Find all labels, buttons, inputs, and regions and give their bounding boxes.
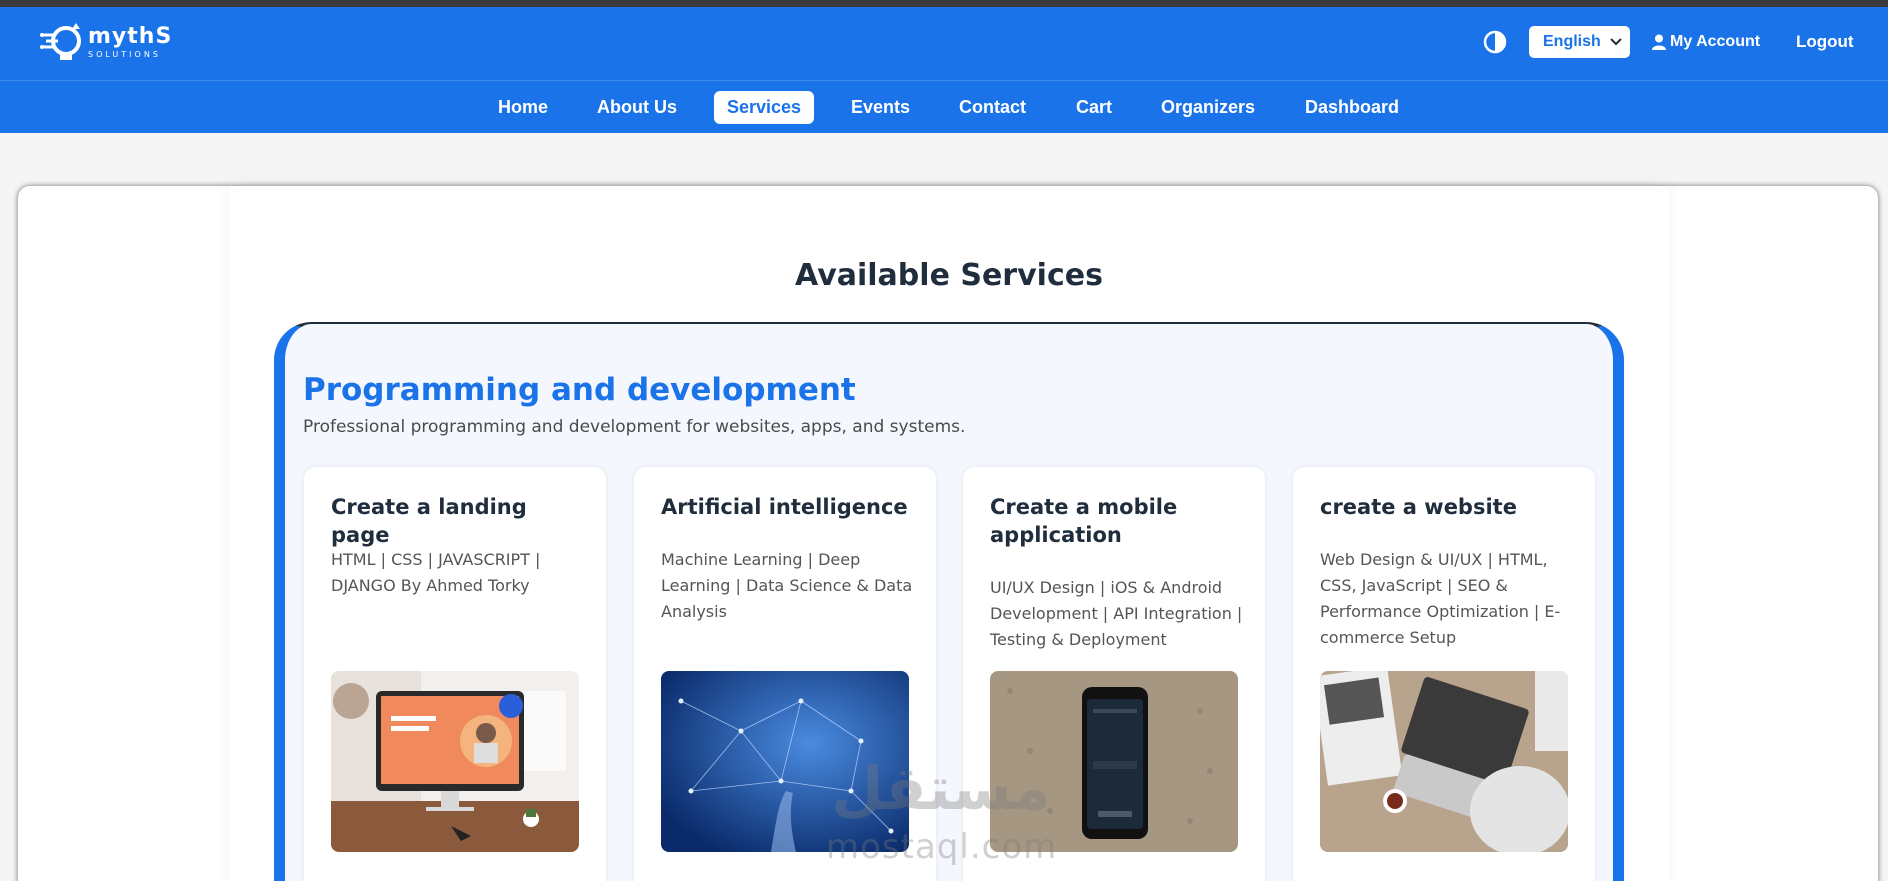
site-header: mythS SOLUTIONS English My Account Logou… bbox=[0, 7, 1888, 80]
category-title: Programming and development bbox=[303, 372, 856, 408]
category-description: Professional programming and development… bbox=[303, 417, 966, 437]
logo-subtitle: SOLUTIONS bbox=[88, 50, 161, 59]
my-account-link[interactable]: My Account bbox=[1652, 26, 1760, 58]
service-description: Web Design & UI/UX | HTML, CSS, JavaScri… bbox=[1320, 550, 1561, 647]
nav-home[interactable]: Home bbox=[498, 91, 548, 124]
main-nav: Home About Us Services Events Contact Ca… bbox=[0, 80, 1888, 133]
site-logo[interactable]: mythS SOLUTIONS bbox=[40, 21, 180, 67]
page-title: Available Services bbox=[795, 258, 1103, 293]
service-description: HTML | CSS | JAVASCRIPT | DJANGO By Ahme… bbox=[331, 550, 541, 595]
language-select[interactable]: English bbox=[1529, 26, 1630, 58]
service-title: Create a landing page bbox=[331, 495, 527, 547]
service-card-ai[interactable]: Artificial intelligence Machine Learning… bbox=[634, 467, 936, 881]
service-title: Create a mobile application bbox=[990, 495, 1178, 547]
chevron-down-icon bbox=[1610, 38, 1622, 46]
nav-contact[interactable]: Contact bbox=[959, 91, 1026, 124]
service-card-mobile-app[interactable]: Create a mobile application UI/UX Design… bbox=[963, 467, 1265, 881]
service-card-landing-page[interactable]: Create a landing page HTML | CSS | JAVAS… bbox=[304, 467, 606, 881]
my-account-label: My Account bbox=[1670, 33, 1761, 50]
nav-services[interactable]: Services bbox=[714, 91, 815, 124]
service-description: UI/UX Design | iOS & Android Development… bbox=[990, 578, 1243, 649]
nav-about-us[interactable]: About Us bbox=[597, 91, 677, 124]
service-card-website[interactable]: create a website Web Design & UI/UX | HT… bbox=[1293, 467, 1595, 881]
service-title: create a website bbox=[1320, 495, 1517, 519]
logo-bulb-icon bbox=[40, 23, 81, 60]
nav-events[interactable]: Events bbox=[851, 91, 910, 124]
user-icon bbox=[1652, 34, 1666, 50]
nav-dashboard[interactable]: Dashboard bbox=[1305, 91, 1399, 124]
logo-wordmark: mythS bbox=[88, 24, 173, 49]
smartphone-image bbox=[990, 671, 1238, 852]
ai-network-hand-image bbox=[661, 671, 909, 852]
logout-link[interactable]: Logout bbox=[1796, 26, 1854, 58]
imac-landing-page-image bbox=[331, 671, 579, 852]
nav-organizers[interactable]: Organizers bbox=[1161, 91, 1255, 124]
contrast-icon bbox=[1483, 30, 1507, 54]
theme-toggle-button[interactable] bbox=[1483, 30, 1507, 54]
service-title: Artificial intelligence bbox=[661, 495, 908, 519]
service-description: Machine Learning | Deep Learning | Data … bbox=[661, 550, 913, 621]
language-selected-value: English bbox=[1543, 33, 1601, 50]
nav-cart[interactable]: Cart bbox=[1076, 91, 1112, 124]
laptop-typing-image bbox=[1320, 671, 1568, 852]
browser-top-strip bbox=[0, 0, 1888, 7]
